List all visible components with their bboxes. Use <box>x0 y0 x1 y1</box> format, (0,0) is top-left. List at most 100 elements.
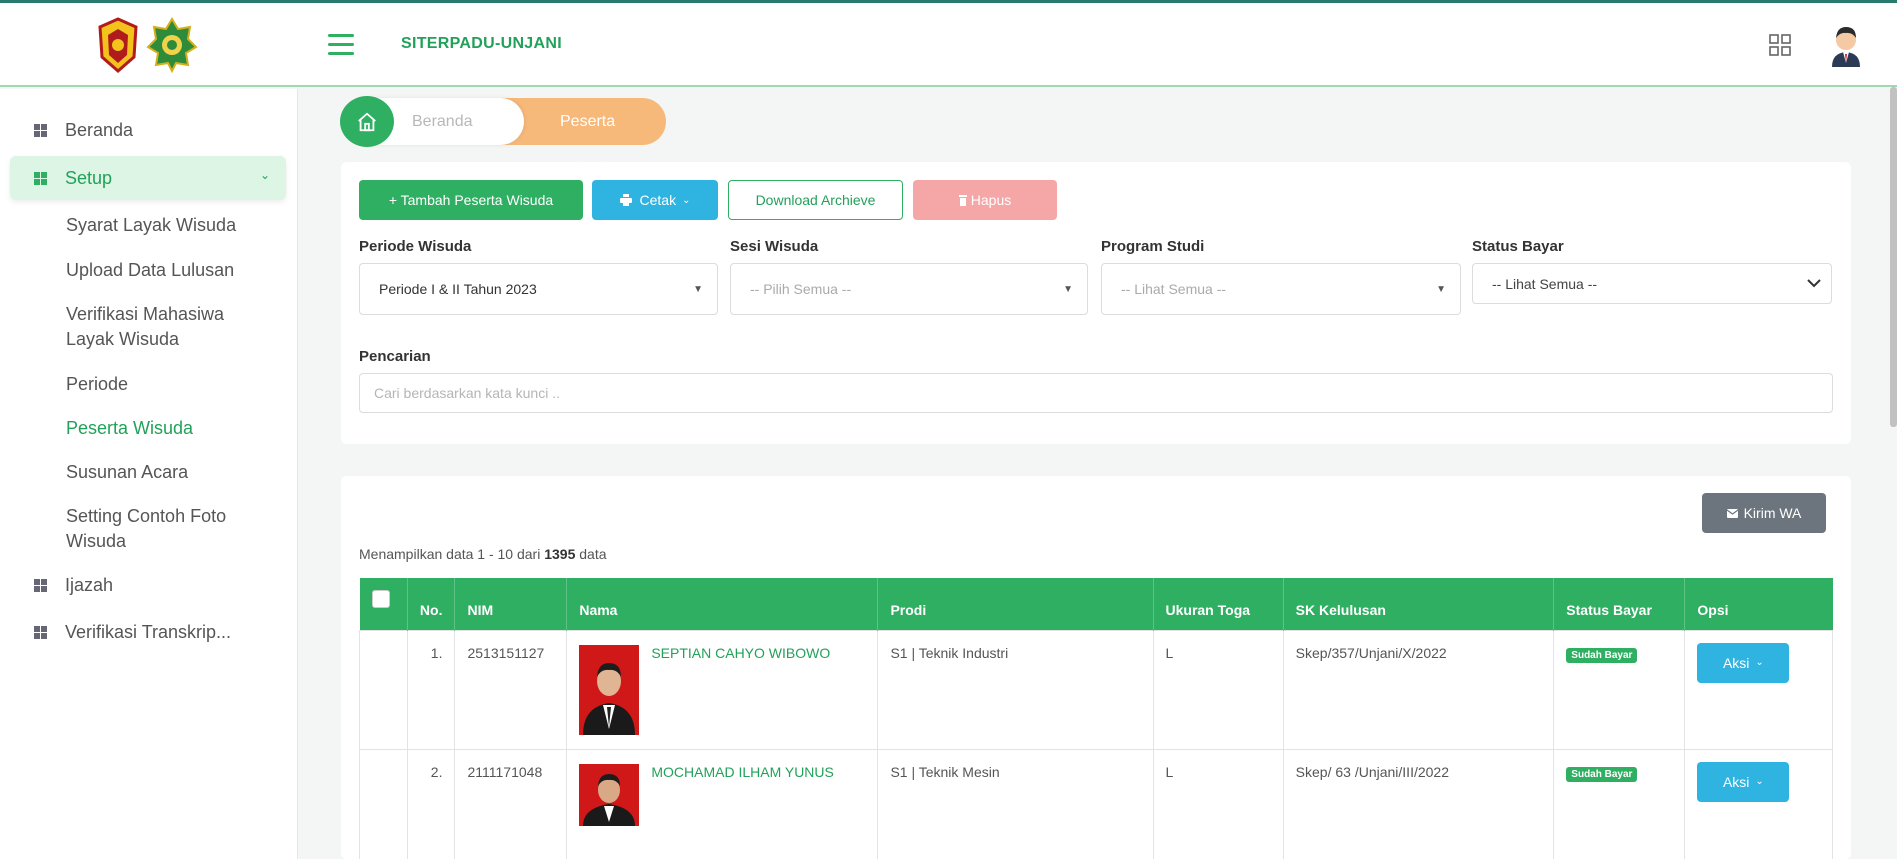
download-archive-button[interactable]: Download Archieve <box>728 180 903 220</box>
top-header: SITERPADU-UNJANI <box>0 3 1897 87</box>
sidebar-item-label: Ijazah <box>65 574 114 595</box>
printer-icon <box>619 194 632 206</box>
envelope-icon <box>1726 508 1738 518</box>
caret-down-icon: ▼ <box>693 284 703 295</box>
periode-select[interactable]: Periode I & II Tahun 2023 ▼ <box>359 263 718 315</box>
row-sk-kelulusan: Skep/ 63 /Unjani/III/2022 <box>1282 748 1555 859</box>
header-no: No. <box>407 578 456 630</box>
sidebar-item-setup[interactable]: Setup ⌄ <box>10 156 286 200</box>
status-bayar-select-value: -- Lihat Semua -- <box>1492 275 1598 292</box>
header-status-bayar: Status Bayar <box>1553 578 1686 630</box>
dashboard-icon <box>34 578 47 592</box>
hamburger-menu-icon[interactable] <box>328 34 354 56</box>
home-icon[interactable] <box>340 96 394 147</box>
chevron-down-icon: ⌄ <box>1755 776 1764 787</box>
row-prodi: S1 | Teknik Mesin <box>877 748 1154 859</box>
send-wa-label: Kirim WA <box>1743 505 1802 521</box>
sidebar: Beranda Setup ⌄ Syarat Layak Wisuda Uplo… <box>0 89 298 859</box>
status-badge: Sudah Bayar <box>1566 647 1638 663</box>
dashboard-icon <box>34 123 47 137</box>
print-button[interactable]: Cetak ⌄ <box>592 180 718 220</box>
send-wa-button[interactable]: Kirim WA <box>1702 493 1826 533</box>
row-nim: 2111171048 <box>454 748 568 859</box>
aksi-button[interactable]: Aksi ⌄ <box>1697 761 1790 802</box>
sesi-select[interactable]: -- Pilih Semua -- ▼ <box>730 263 1088 315</box>
sidebar-item-label: Beranda <box>65 119 134 140</box>
table-row: 2. 2111171048 MOCHAMAD ILHAM YUNUS S1 | … <box>359 748 1833 859</box>
aksi-button-label: Aksi <box>1722 654 1750 671</box>
row-select-cell <box>359 748 408 859</box>
prodi-select[interactable]: -- Lihat Semua -- ▼ <box>1101 263 1461 315</box>
header-sk-kelulusan: SK Kelulusan <box>1283 578 1555 630</box>
student-photo <box>579 763 640 826</box>
submenu-periode[interactable]: Periode <box>66 372 276 397</box>
periode-label: Periode Wisuda <box>359 238 472 255</box>
row-nama-cell: MOCHAMAD ILHAM YUNUS <box>566 748 879 859</box>
submenu-susunan-acara[interactable]: Susunan Acara <box>66 460 276 485</box>
header-opsi: Opsi <box>1684 578 1833 630</box>
student-photo <box>579 644 640 735</box>
aksi-button[interactable]: Aksi ⌄ <box>1697 642 1790 683</box>
prodi-select-value: -- Lihat Semua -- <box>1121 281 1227 297</box>
row-no: 1. <box>406 629 456 750</box>
sidebar-item-label: Setup <box>65 167 113 188</box>
submenu-syarat-layak-wisuda[interactable]: Syarat Layak Wisuda <box>66 213 276 238</box>
row-prodi: S1 | Teknik Industri <box>877 629 1154 750</box>
chevron-down-icon: ⌄ <box>259 168 270 182</box>
dashboard-icon <box>34 171 47 185</box>
prodi-label: Program Studi <box>1101 238 1205 255</box>
caret-down-icon: ▼ <box>1063 284 1073 295</box>
header-select-all <box>359 578 408 630</box>
status-badge: Sudah Bayar <box>1566 766 1638 782</box>
student-name-link[interactable]: SEPTIAN CAHYO WIBOWO <box>651 645 830 735</box>
chevron-down-icon: ⌄ <box>1755 657 1764 668</box>
sidebar-item-verifikasi-transkrip[interactable]: Verifikasi Transkrip... <box>10 610 286 654</box>
user-avatar-icon[interactable] <box>1828 23 1864 67</box>
print-button-label: Cetak <box>639 192 677 208</box>
page-scrollbar[interactable] <box>1890 87 1897 427</box>
caret-down-icon: ▼ <box>1436 284 1446 295</box>
add-participant-button[interactable]: + Tambah Peserta Wisuda <box>359 180 583 220</box>
submenu-setting-contoh-foto[interactable]: Setting Contoh Foto Wisuda <box>66 504 276 554</box>
header-ukuran-toga: Ukuran Toga <box>1153 578 1284 630</box>
search-label: Pencarian <box>359 348 431 365</box>
student-name-link[interactable]: MOCHAMAD ILHAM YUNUS <box>651 764 834 826</box>
delete-button[interactable]: Hapus <box>913 180 1057 220</box>
summary-suffix: data <box>579 546 607 562</box>
table-row: 1. 2513151127 SEPTIAN CAHYO WIBOWO S1 | … <box>359 629 1833 750</box>
apps-grid-icon[interactable] <box>1768 33 1792 57</box>
data-summary: Menampilkan data 1 - 10 dari 1395 data <box>359 546 607 562</box>
row-nim: 2513151127 <box>454 629 568 750</box>
row-no: 2. <box>406 748 456 859</box>
status-bayar-label: Status Bayar <box>1472 238 1564 255</box>
select-all-checkbox[interactable] <box>371 590 390 608</box>
participants-table: No. NIM Nama Prodi Ukuran Toga SK Kelulu… <box>359 578 1833 859</box>
sesi-label: Sesi Wisuda <box>730 238 819 255</box>
trash-icon <box>958 194 967 206</box>
row-opsi-cell: Aksi ⌄ <box>1684 748 1833 859</box>
status-bayar-select[interactable]: -- Lihat Semua -- <box>1472 263 1832 304</box>
summary-prefix: Menampilkan data 1 - 10 dari <box>359 546 541 562</box>
sidebar-item-label: Verifikasi Transkrip... <box>65 621 232 642</box>
header-nama: Nama <box>566 578 879 630</box>
app-title: SITERPADU-UNJANI <box>401 35 562 52</box>
periode-select-value: Periode I & II Tahun 2023 <box>379 281 537 297</box>
sidebar-item-ijazah[interactable]: Ijazah <box>10 563 286 607</box>
foundation-logo-icon <box>146 17 198 73</box>
header-prodi: Prodi <box>877 578 1154 630</box>
row-select-cell <box>359 629 408 750</box>
sidebar-item-beranda[interactable]: Beranda <box>10 108 286 152</box>
search-input[interactable] <box>359 373 1833 413</box>
delete-button-label: Hapus <box>970 192 1012 208</box>
header-nim: NIM <box>454 578 568 630</box>
submenu-upload-data-lulusan[interactable]: Upload Data Lulusan <box>66 258 276 283</box>
row-opsi-cell: Aksi ⌄ <box>1684 629 1833 750</box>
chevron-down-icon: ⌄ <box>682 194 691 206</box>
chevron-down-icon <box>1807 279 1821 288</box>
row-status-cell: Sudah Bayar <box>1553 748 1686 859</box>
table-header-row: No. NIM Nama Prodi Ukuran Toga SK Kelulu… <box>359 578 1833 630</box>
row-status-cell: Sudah Bayar <box>1553 629 1686 750</box>
sesi-select-value: -- Pilih Semua -- <box>750 281 852 297</box>
submenu-verifikasi-mahasiswa[interactable]: Verifikasi Mahasiwa Layak Wisuda <box>66 302 276 352</box>
submenu-peserta-wisuda[interactable]: Peserta Wisuda <box>66 416 276 441</box>
